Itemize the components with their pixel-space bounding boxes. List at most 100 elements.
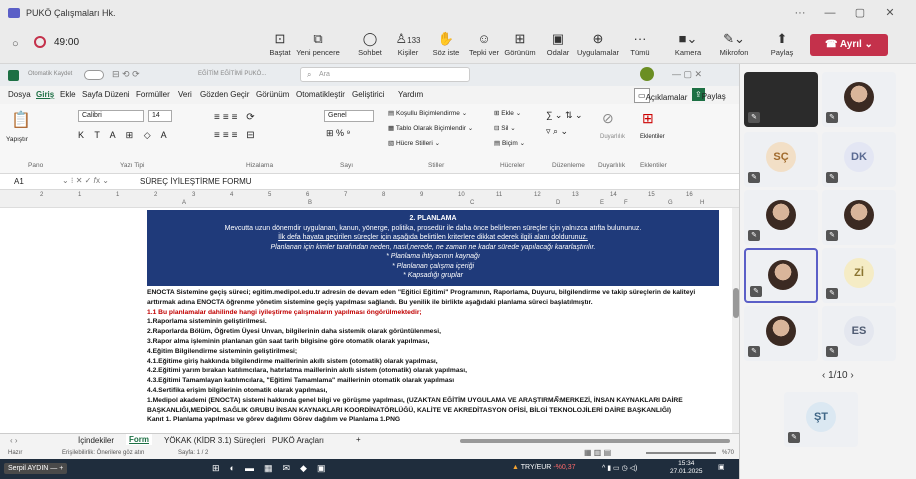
font-name-select[interactable]: Calibri <box>78 110 144 122</box>
name-box[interactable]: A1 <box>14 177 24 186</box>
participant-tile[interactable]: ŞT ✎ <box>784 392 858 447</box>
clock[interactable]: 15:34 27.01.2025 <box>670 460 703 476</box>
comments-button[interactable]: ▭ Açıklamalar <box>634 88 687 103</box>
find-buttons[interactable]: ▿ ⌕ ⌄ <box>546 126 568 137</box>
participant-tile[interactable]: ES ✎ <box>822 306 896 361</box>
indent-buttons[interactable]: ≡≡≡ ⊟ <box>214 130 258 141</box>
tab-icindekiler[interactable]: İçindekiler <box>78 436 114 445</box>
microphone-button[interactable]: ✎⌄ Mikrofon <box>712 30 756 62</box>
font-size-select[interactable]: 14 <box>148 110 172 122</box>
more-button[interactable]: ··· Tümü <box>618 30 662 62</box>
notifications-icon[interactable]: ▣ <box>718 463 725 471</box>
participant-tile[interactable]: ✎ <box>744 306 818 361</box>
phone-icon: ☎ <box>825 39 840 50</box>
table-format-button[interactable]: ▦ Tablo Olarak Biçimlendir ⌄ <box>388 124 473 132</box>
menu-gelistirici[interactable]: Geliştirici <box>352 90 384 99</box>
paste-icon[interactable]: 📋 <box>8 110 34 130</box>
taskbar-apps[interactable]: ⊞◐▬▦✉◆▣ <box>212 463 335 474</box>
delete-cells-button[interactable]: ⊟ Sil ⌄ <box>494 124 516 132</box>
menu-sayfa-duzeni[interactable]: Sayfa Düzeni <box>82 90 130 99</box>
user-avatar[interactable] <box>640 67 654 81</box>
vertical-scrollbar[interactable] <box>732 208 739 433</box>
conditional-format-button[interactable]: ▤ Koşullu Biçimlendirme ⌄ <box>388 109 467 117</box>
menu-giris[interactable]: Giriş <box>36 90 54 99</box>
body-line: 4.4.Sertifika erişim bilgilerinin otomat… <box>147 386 328 394</box>
participant-tile[interactable]: ✎ <box>744 72 818 127</box>
status-bar: Hazır Erişilebilirlik: Önerilere göz atı… <box>0 447 739 459</box>
participant-tile[interactable]: ✎ <box>744 190 818 245</box>
restore-button[interactable]: ▢ <box>850 6 870 20</box>
menu-ekle[interactable]: Ekle <box>60 90 76 99</box>
horizontal-scrollbar[interactable] <box>460 439 730 443</box>
tab-scroll-arrows[interactable]: ‹ › <box>10 436 18 445</box>
meeting-title: PUKÖ Çalışmaları Hk. <box>26 8 116 18</box>
menu-dosya[interactable]: Dosya <box>8 90 31 99</box>
formula-controls[interactable]: ⌄ ⁝ ✕ ✓ 𝑓x ⌄ <box>62 176 109 186</box>
ruler-number: 5 <box>268 192 272 198</box>
menu-formuller[interactable]: Formüller <box>136 90 170 99</box>
number-format-buttons[interactable]: ⊞ % ⁹ <box>326 128 350 139</box>
avatar: ES <box>844 316 874 346</box>
addins-icon[interactable]: ⊞ <box>642 110 654 127</box>
more-options-icon[interactable]: ··· <box>790 6 810 20</box>
worksheet[interactable]: 2. PLANLAMA Mevcutta uzun dönemdir uygul… <box>0 208 739 433</box>
search-box[interactable]: ⌕ Ara <box>300 67 470 82</box>
apps-button[interactable]: ⊕ Uygulamalar <box>576 30 620 62</box>
cell-styles-button[interactable]: ▧ Hücre Stilleri ⌄ <box>388 139 440 147</box>
accessibility-status[interactable]: Erişilebilirlik: Önerilere göz atın <box>62 450 144 456</box>
sensitivity-icon[interactable]: ⊘ <box>602 110 614 127</box>
shield-icon: ○ <box>12 38 19 50</box>
camera-button[interactable]: ■⌄ Kamera <box>666 30 710 62</box>
currency-ticker[interactable]: ▲ TRY/EUR -%0,37 <box>512 464 576 471</box>
meeting-timer: 49:00 <box>54 37 80 48</box>
participant-tile[interactable]: ✎ <box>822 190 896 245</box>
tab-puko-araclari[interactable]: PUKÖ Araçları <box>272 436 324 445</box>
insert-cells-button[interactable]: ⊞ Ekle ⌄ <box>494 109 521 117</box>
participant-tile[interactable]: SÇ ✎ <box>744 132 818 187</box>
format-cells-button[interactable]: ▤ Biçim ⌄ <box>494 139 525 147</box>
planning-body: ENOCTA Sistemine geçiş süreci; egitim.me… <box>147 288 719 425</box>
formula-input[interactable]: SÜREÇ İYİLEŞTİRME FORMU <box>140 177 252 186</box>
group-hizalama: Hizalama <box>246 162 274 169</box>
tab-yokak[interactable]: YÖKAK (KİDR 3.1) Süreçleri <box>164 436 265 445</box>
menu-otomatiklestir[interactable]: Otomatikleştir <box>296 90 345 99</box>
tab-form[interactable]: Form <box>126 434 152 445</box>
menu-gozden-gecir[interactable]: Gözden Geçir <box>200 90 249 99</box>
minimize-button[interactable]: — <box>820 6 840 20</box>
menu-gorunum[interactable]: Görünüm <box>256 90 289 99</box>
zoom-slider[interactable] <box>646 452 716 454</box>
leave-button[interactable]: ☎ Ayrıl ⌄ <box>810 34 888 56</box>
excel-share-button[interactable]: ⇪ Paylaş <box>692 88 726 101</box>
mic-off-icon: ✎ <box>826 346 838 357</box>
share-button[interactable]: ⬆ Paylaş <box>760 30 804 62</box>
rooms-button[interactable]: ▣ Odalar <box>536 30 580 62</box>
scrollbar-thumb[interactable] <box>733 288 739 318</box>
banner-bullet: * Kapsadığı gruplar <box>403 272 463 279</box>
font-style-buttons[interactable]: K T A ⊞ ◇ A <box>78 130 171 141</box>
participant-tile[interactable]: DK ✎ <box>822 132 896 187</box>
window-controls[interactable]: — ▢ ✕ <box>672 69 702 80</box>
alignment-buttons[interactable]: ≡≡≡ ⟳ <box>214 112 258 123</box>
body-line: Kanıt 1. Planlama yapılması ve görev dağ… <box>147 416 401 424</box>
next-page-icon[interactable]: › <box>850 370 853 381</box>
system-tray-icons[interactable]: ^ ▮ ▭ ◷ ◁) <box>602 464 637 472</box>
participant-tile[interactable]: Zİ ✎ <box>822 248 896 303</box>
add-sheet-button[interactable]: + <box>356 435 361 444</box>
menu-veri[interactable]: Veri <box>178 90 192 99</box>
view-mode-buttons[interactable]: ▦ ▥ ▤ <box>584 448 611 457</box>
formula-bar: A1 ⌄ ⁝ ✕ ✓ 𝑓x ⌄ SÜREÇ İYİLEŞTİRME FORMU <box>0 174 739 190</box>
ruler-number: 3 <box>192 192 196 198</box>
autosave-toggle[interactable] <box>84 70 104 80</box>
participant-tile[interactable]: ✎ <box>744 248 818 303</box>
participant-tile[interactable]: ✎ <box>822 72 896 127</box>
addins-label: Eklentiler <box>640 134 665 140</box>
menu-yardim[interactable]: Yardım <box>398 90 423 99</box>
new-window-button[interactable]: ⧉ Yeni pencere <box>296 30 340 62</box>
rooms-icon: ▣ <box>551 31 565 46</box>
editing-buttons[interactable]: ∑ ⌄ ⇅ ⌄ <box>546 110 583 121</box>
avatar <box>766 200 796 230</box>
close-button[interactable]: ✕ <box>880 6 900 20</box>
number-format-select[interactable]: Genel <box>324 110 374 122</box>
ruler-number: 10 <box>458 192 465 198</box>
save-icon[interactable]: ⊟ ⟲ ⟳ <box>112 69 140 80</box>
